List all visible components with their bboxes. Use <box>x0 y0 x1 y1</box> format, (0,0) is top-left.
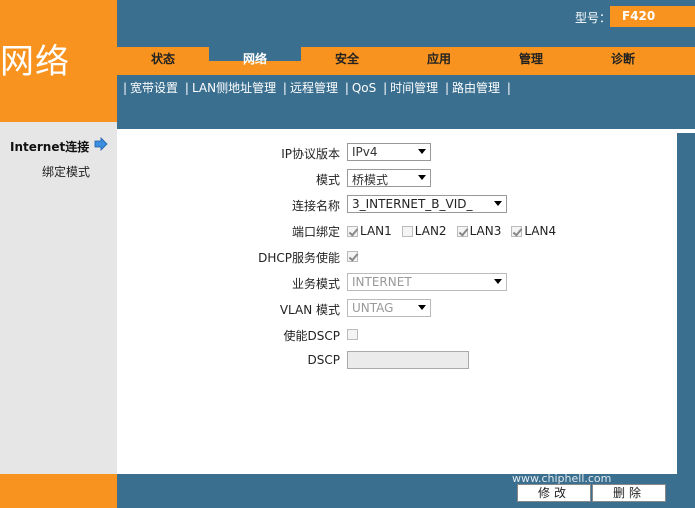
subnav-separator: | <box>383 81 388 95</box>
mode-value: 桥模式 <box>352 173 389 187</box>
tab-management[interactable]: 管理 <box>485 47 577 75</box>
subnav-item-broadband[interactable]: 宽带设置 <box>130 81 178 95</box>
port-lan4-checkbox[interactable] <box>511 225 523 237</box>
chevron-down-icon <box>418 175 426 180</box>
tab-status[interactable]: 状态 <box>117 47 209 75</box>
subnav-item-remote[interactable]: 远程管理 <box>290 81 338 95</box>
sidebar-item-internet[interactable]: Internet连接 <box>10 138 89 155</box>
ip-version-label: IP协议版本 <box>281 147 340 161</box>
ip-version-value: IPv4 <box>352 145 378 159</box>
sidebar-item-bind-mode[interactable]: 绑定模式 <box>42 163 90 180</box>
port-lan4: LAN4 <box>511 224 556 238</box>
vlan-mode-label: VLAN 模式 <box>279 303 340 317</box>
port-lan1: LAN1 <box>347 224 392 238</box>
conn-name-value: 3_INTERNET_B_VID_ <box>352 197 473 211</box>
subnav-separator: | <box>444 81 450 95</box>
tab-network[interactable]: 网络 <box>209 33 301 66</box>
row-port-binding: 端口绑定 LAN1 LAN2 LAN3 LAN4 <box>117 220 677 242</box>
chevron-down-icon <box>418 305 426 310</box>
service-mode-select[interactable]: INTERNET <box>347 273 507 291</box>
chevron-down-icon <box>418 149 426 154</box>
subnav-separator: | <box>184 81 189 95</box>
section-title: 网络 <box>0 42 70 82</box>
service-mode-label: 业务模式 <box>291 277 340 291</box>
dscp-label: DSCP <box>307 353 340 367</box>
dhcp-label: DHCP服务使能 <box>258 251 340 265</box>
subnav-item-routing[interactable]: 路由管理 <box>452 81 500 95</box>
service-mode-value: INTERNET <box>352 275 412 289</box>
tab-application[interactable]: 应用 <box>393 47 485 75</box>
row-vlan-mode: VLAN 模式 UNTAG <box>117 298 677 320</box>
vlan-mode-value: UNTAG <box>352 301 394 315</box>
subnav-separator: | <box>282 81 287 95</box>
dscp-enable-label: 使能DSCP <box>283 329 340 343</box>
subnav-item-lan-address[interactable]: LAN侧地址管理 <box>192 81 276 95</box>
subnav-separator: | <box>123 81 128 95</box>
chevron-down-icon <box>494 201 502 206</box>
model-label: 型号： <box>575 11 612 25</box>
ip-version-select[interactable]: IPv4 <box>347 143 431 161</box>
delete-button[interactable]: 删除 <box>592 484 666 502</box>
nav-spacer <box>117 33 695 47</box>
dscp-input[interactable] <box>347 351 469 369</box>
tab-security[interactable]: 安全 <box>301 47 393 75</box>
subnav-item-time[interactable]: 时间管理 <box>390 81 438 95</box>
mode-select[interactable]: 桥模式 <box>347 169 431 187</box>
port-lan3: LAN3 <box>456 224 501 238</box>
chiphell-logo <box>616 407 668 469</box>
conn-name-select[interactable]: 3_INTERNET_B_VID_ <box>347 195 507 213</box>
subnav-separator: | <box>344 81 349 95</box>
model-value: F420 <box>610 6 695 27</box>
row-dscp-enable: 使能DSCP <box>117 324 677 346</box>
row-conn-name: 连接名称 3_INTERNET_B_VID_ <box>117 194 677 216</box>
vlan-mode-select[interactable]: UNTAG <box>347 299 431 317</box>
subnav-separator: | <box>506 81 511 95</box>
arrow-right-icon <box>94 137 108 151</box>
port-lan1-checkbox[interactable] <box>347 225 358 237</box>
mode-label: 模式 <box>315 173 340 187</box>
modify-button[interactable]: 修改 <box>517 484 591 502</box>
chevron-down-icon <box>494 279 502 284</box>
dhcp-checkbox[interactable] <box>347 251 358 262</box>
main-tabs: 状态 网络 安全 应用 管理 诊断 <box>117 33 695 75</box>
subnav: | 宽带设置 | LAN侧地址管理 | 远程管理 | QoS | 时间管理 | 路由管理 | <box>120 79 514 96</box>
conn-name-label: 连接名称 <box>291 199 340 213</box>
row-dscp: DSCP <box>117 350 677 372</box>
footer-left-block <box>0 474 117 508</box>
port-lan2-checkbox[interactable] <box>401 225 413 237</box>
port-lan2: LAN2 <box>401 224 447 238</box>
row-service-mode: 业务模式 INTERNET <box>117 272 677 294</box>
row-ip-version: IP协议版本 IPv4 <box>117 142 677 164</box>
dscp-enable-checkbox[interactable] <box>347 329 358 340</box>
port-lan3-checkbox[interactable] <box>456 225 468 237</box>
subnav-item-qos[interactable]: QoS <box>352 81 376 95</box>
row-mode: 模式 桥模式 <box>117 168 677 190</box>
right-strip <box>677 133 695 474</box>
row-dhcp: DHCP服务使能 <box>117 246 677 268</box>
port-binding-label: 端口绑定 <box>291 225 340 239</box>
content-top-strip <box>117 122 695 129</box>
tab-diagnostics[interactable]: 诊断 <box>577 47 669 75</box>
